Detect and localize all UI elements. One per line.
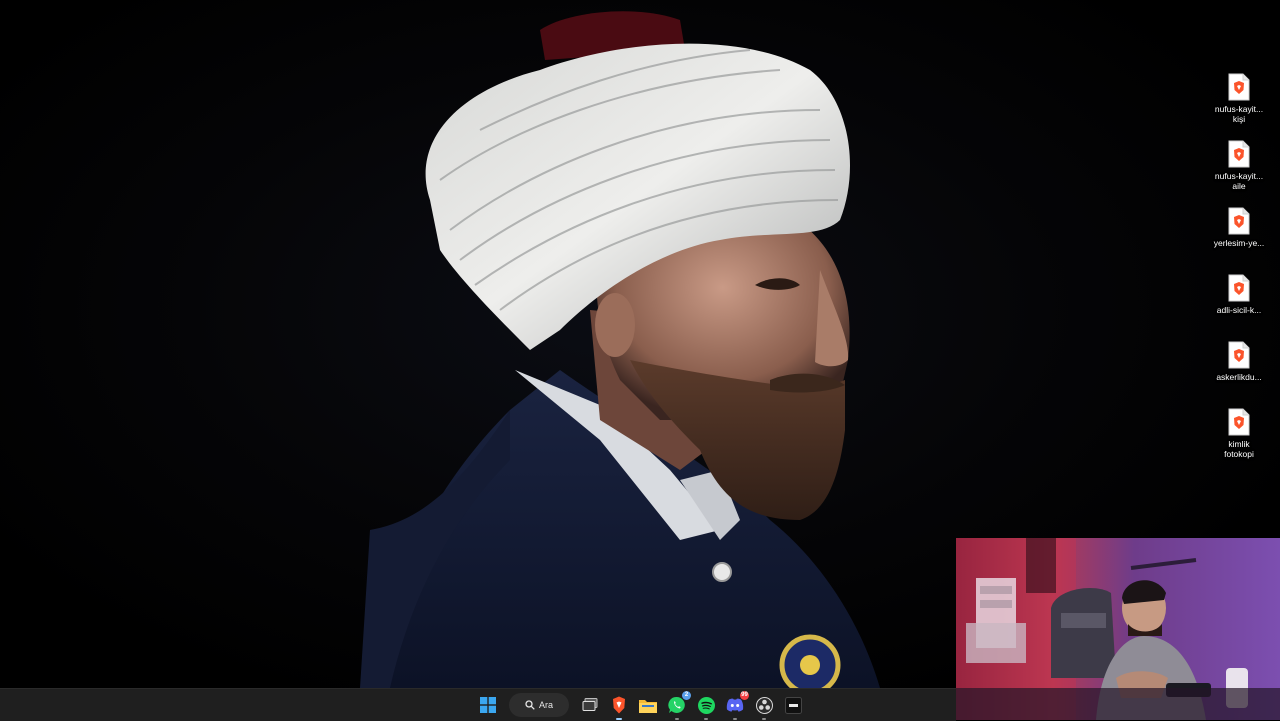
taskbar-app-group: Ara 2 99 (476, 689, 805, 721)
start-button[interactable] (476, 693, 500, 717)
discord-icon (726, 698, 744, 712)
desktop-file-yerlesim-yeri[interactable]: yerlesim-ye... (1206, 204, 1272, 270)
taskbar-search[interactable]: Ara (509, 693, 569, 717)
folder-icon (639, 699, 657, 713)
desktop-file-label: askerlikdu... (1216, 372, 1262, 382)
dark-app-icon (784, 696, 802, 714)
file-explorer-button[interactable] (636, 693, 660, 717)
desktop-icon-column: nufus-kayit... kişi nufus-kayit... aile (1206, 70, 1272, 472)
webcam-overlay (956, 538, 1280, 720)
desktop-file-nufus-kayit-aile[interactable]: nufus-kayit... aile (1206, 137, 1272, 203)
brave-html-file-icon (1228, 207, 1250, 235)
whatsapp-button[interactable]: 2 (665, 691, 691, 720)
brave-html-file-icon (1228, 274, 1250, 302)
obs-icon (755, 696, 773, 714)
discord-badge: 99 (740, 691, 749, 700)
spotify-button[interactable] (694, 693, 718, 720)
webcam-scene (956, 538, 1280, 720)
portrait-wallpaper (360, 11, 880, 688)
desktop-file-label: kimlik fotokopi (1224, 439, 1254, 459)
brave-html-file-icon (1228, 140, 1250, 168)
brave-icon (613, 696, 625, 714)
desktop-file-adli-sicil[interactable]: adli-sicil-k... (1206, 271, 1272, 337)
taskbar: Ara 2 99 (0, 688, 956, 721)
desktop-file-label: nufus-kayit... aile (1214, 171, 1264, 191)
whatsapp-badge: 2 (682, 691, 691, 700)
search-label: Ara (538, 700, 553, 710)
brave-html-file-icon (1228, 408, 1250, 436)
desktop-file-label: adli-sicil-k... (1216, 305, 1262, 315)
brave-html-file-icon (1228, 73, 1250, 101)
obs-button[interactable] (752, 693, 776, 720)
spotify-icon (697, 696, 715, 714)
search-icon (525, 700, 535, 710)
desktop-file-kimlik-fotokopi[interactable]: kimlik fotokopi (1206, 405, 1272, 471)
task-view-button[interactable] (578, 693, 602, 717)
desktop-file-nufus-kayit-kisi[interactable]: nufus-kayit... kişi (1206, 70, 1272, 136)
desktop-file-label: yerlesim-ye... (1213, 238, 1265, 248)
brave-taskbar-button[interactable] (607, 693, 631, 720)
desktop-file-label: nufus-kayit... kişi (1214, 104, 1264, 124)
task-view-icon (582, 698, 598, 711)
discord-button[interactable]: 99 (723, 691, 749, 720)
windows-logo-icon (480, 697, 496, 713)
brave-html-file-icon (1228, 341, 1250, 369)
dark-app-button[interactable] (781, 693, 805, 717)
desktop-file-askerlik[interactable]: askerlikdu... (1206, 338, 1272, 404)
